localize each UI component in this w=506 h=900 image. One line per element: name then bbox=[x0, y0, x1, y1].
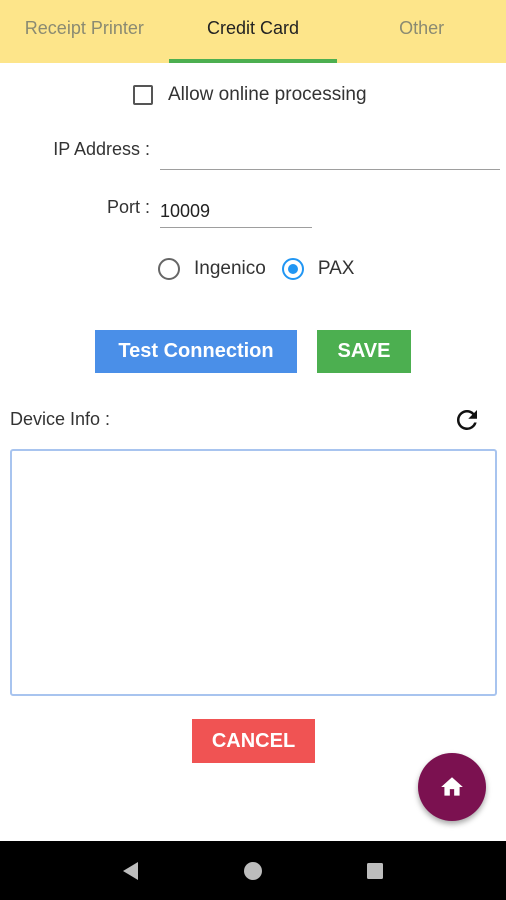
nav-home-button[interactable] bbox=[238, 856, 268, 886]
ingenico-label: Ingenico bbox=[194, 258, 266, 279]
recents-square-icon bbox=[367, 862, 383, 879]
device-type-radio-group: Ingenico PAX bbox=[158, 258, 370, 280]
port-label: Port : bbox=[106, 197, 150, 217]
port-input[interactable] bbox=[160, 196, 312, 228]
home-fab-button[interactable] bbox=[418, 753, 486, 821]
test-connection-button[interactable]: Test Connection bbox=[95, 330, 297, 373]
home-circle-icon bbox=[244, 861, 262, 880]
tab-other[interactable]: Other bbox=[337, 0, 506, 63]
ip-address-input[interactable] bbox=[160, 140, 500, 170]
tab-receipt-printer[interactable]: Receipt Printer bbox=[0, 0, 169, 63]
nav-recents-button[interactable] bbox=[360, 856, 390, 886]
home-icon bbox=[441, 777, 463, 796]
online-processing-checkbox[interactable] bbox=[133, 85, 153, 105]
pax-label: PAX bbox=[317, 258, 355, 279]
nav-back-button[interactable] bbox=[116, 856, 146, 886]
tab-bar: Receipt Printer Credit Card Other bbox=[0, 0, 506, 63]
online-processing-row[interactable]: Allow online processing bbox=[133, 84, 367, 106]
online-processing-label: Allow online processing bbox=[168, 84, 367, 105]
ingenico-radio[interactable] bbox=[158, 258, 180, 280]
device-info-label: Device Info : bbox=[10, 409, 111, 429]
save-button[interactable]: SAVE bbox=[317, 330, 411, 373]
refresh-icon[interactable] bbox=[452, 405, 482, 435]
system-nav-bar bbox=[0, 841, 506, 900]
cancel-button[interactable]: CANCEL bbox=[192, 719, 315, 763]
ip-address-label: IP Address : bbox=[53, 139, 150, 159]
back-triangle-icon bbox=[123, 861, 138, 880]
tab-credit-card[interactable]: Credit Card bbox=[168, 0, 338, 63]
device-info-textarea[interactable] bbox=[10, 449, 497, 696]
pax-radio[interactable] bbox=[281, 258, 304, 280]
